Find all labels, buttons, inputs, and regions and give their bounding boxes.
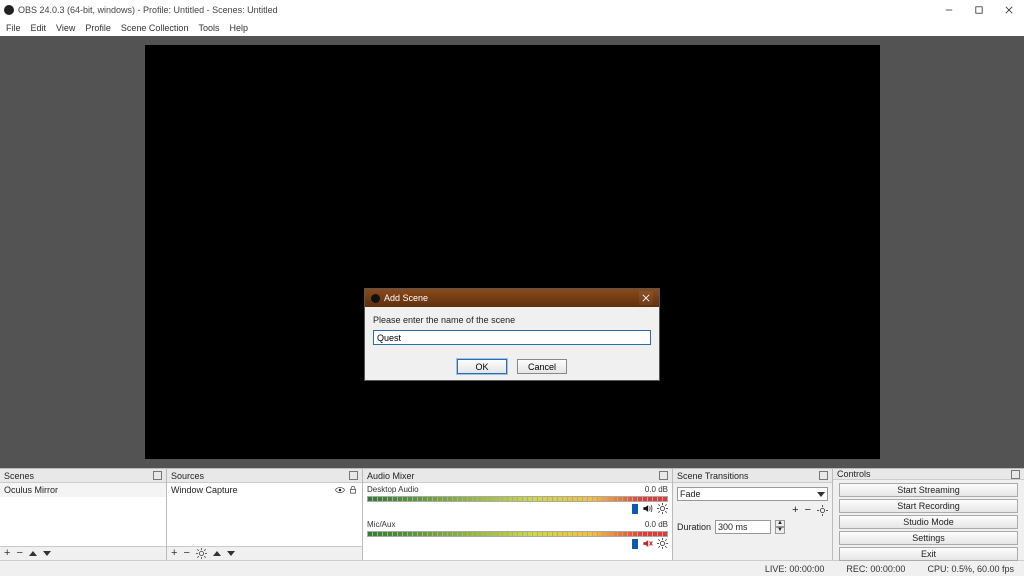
menu-help[interactable]: Help bbox=[229, 23, 248, 33]
menu-file[interactable]: File bbox=[6, 23, 21, 33]
add-scene-button[interactable]: + bbox=[4, 548, 10, 559]
preview-area: Add Scene Please enter the name of the s… bbox=[0, 36, 1024, 468]
add-transition-button[interactable]: + bbox=[792, 505, 798, 516]
menu-bar: File Edit View Profile Scene Collection … bbox=[0, 20, 1024, 36]
move-source-up-button[interactable] bbox=[213, 551, 221, 556]
duration-spinner[interactable]: ▲▼ bbox=[775, 520, 785, 534]
move-scene-up-button[interactable] bbox=[29, 551, 37, 556]
close-button[interactable] bbox=[994, 0, 1024, 20]
app-icon bbox=[4, 5, 14, 15]
duration-field[interactable]: 300 ms bbox=[715, 520, 771, 534]
channel-level: 0.0 dB bbox=[645, 520, 668, 529]
popout-icon[interactable] bbox=[153, 471, 162, 480]
minimize-button[interactable] bbox=[934, 0, 964, 20]
menu-profile[interactable]: Profile bbox=[85, 23, 111, 33]
controls-title: Controls bbox=[837, 469, 871, 479]
cancel-button[interactable]: Cancel bbox=[517, 359, 567, 374]
source-item[interactable]: Window Capture bbox=[167, 483, 362, 497]
popout-icon[interactable] bbox=[349, 471, 358, 480]
scenes-panel: Scenes Oculus Mirror + − bbox=[0, 469, 167, 560]
exit-button[interactable]: Exit bbox=[839, 547, 1018, 561]
transition-select[interactable]: Fade bbox=[677, 487, 828, 501]
visibility-icon[interactable] bbox=[335, 485, 345, 495]
scene-item[interactable]: Oculus Mirror bbox=[0, 483, 166, 497]
lock-icon[interactable] bbox=[348, 485, 358, 495]
start-recording-button[interactable]: Start Recording bbox=[839, 499, 1018, 513]
maximize-button[interactable] bbox=[964, 0, 994, 20]
add-scene-dialog: Add Scene Please enter the name of the s… bbox=[364, 288, 660, 381]
mixer-channel-desktop: Desktop Audio 0.0 dB bbox=[363, 483, 672, 518]
menu-scene-collection[interactable]: Scene Collection bbox=[121, 23, 189, 33]
volume-slider[interactable] bbox=[632, 504, 638, 514]
remove-transition-button[interactable]: − bbox=[805, 505, 811, 516]
window-title: OBS 24.0.3 (64-bit, windows) - Profile: … bbox=[18, 5, 278, 15]
window-titlebar: OBS 24.0.3 (64-bit, windows) - Profile: … bbox=[0, 0, 1024, 20]
dialog-prompt: Please enter the name of the scene bbox=[373, 315, 651, 325]
audio-mixer-panel: Audio Mixer Desktop Audio 0.0 dB Mic/Aux 0… bbox=[363, 469, 673, 560]
ok-button[interactable]: OK bbox=[457, 359, 507, 374]
studio-mode-button[interactable]: Studio Mode bbox=[839, 515, 1018, 529]
transition-settings-button[interactable] bbox=[817, 505, 828, 516]
mixer-channel-mic: Mic/Aux 0.0 dB bbox=[363, 518, 672, 553]
scenes-title: Scenes bbox=[4, 471, 34, 481]
menu-edit[interactable]: Edit bbox=[31, 23, 47, 33]
transition-selected: Fade bbox=[680, 489, 701, 499]
status-live: LIVE: 00:00:00 bbox=[765, 564, 825, 574]
channel-level: 0.0 dB bbox=[645, 485, 668, 494]
transitions-title: Scene Transitions bbox=[677, 471, 749, 481]
move-source-down-button[interactable] bbox=[227, 551, 235, 556]
start-streaming-button[interactable]: Start Streaming bbox=[839, 483, 1018, 497]
move-scene-down-button[interactable] bbox=[43, 551, 51, 556]
channel-name: Desktop Audio bbox=[367, 485, 419, 494]
controls-panel: Controls Start Streaming Start Recording… bbox=[833, 469, 1024, 560]
popout-icon[interactable] bbox=[1011, 470, 1020, 479]
duration-label: Duration bbox=[677, 522, 711, 532]
source-properties-button[interactable] bbox=[196, 548, 207, 559]
remove-source-button[interactable]: − bbox=[183, 548, 189, 559]
add-source-button[interactable]: + bbox=[171, 548, 177, 559]
channel-settings-button[interactable] bbox=[657, 503, 668, 514]
status-rec: REC: 00:00:00 bbox=[846, 564, 905, 574]
preview-canvas[interactable] bbox=[145, 45, 880, 459]
status-cpu: CPU: 0.5%, 60.00 fps bbox=[927, 564, 1014, 574]
remove-scene-button[interactable]: − bbox=[16, 548, 22, 559]
menu-view[interactable]: View bbox=[56, 23, 75, 33]
audio-meter bbox=[367, 496, 668, 502]
chevron-down-icon bbox=[817, 492, 825, 497]
dialog-icon bbox=[371, 294, 380, 303]
channel-name: Mic/Aux bbox=[367, 520, 395, 529]
menu-tools[interactable]: Tools bbox=[198, 23, 219, 33]
source-label: Window Capture bbox=[171, 485, 238, 495]
mixer-title: Audio Mixer bbox=[367, 471, 415, 481]
sources-panel: Sources Window Capture + − bbox=[167, 469, 363, 560]
popout-icon[interactable] bbox=[659, 471, 668, 480]
speaker-icon[interactable] bbox=[642, 503, 653, 514]
dialog-titlebar[interactable]: Add Scene bbox=[365, 289, 659, 307]
dialog-close-button[interactable] bbox=[639, 291, 653, 305]
channel-settings-button[interactable] bbox=[657, 538, 668, 549]
speaker-muted-icon[interactable] bbox=[642, 538, 653, 549]
audio-meter bbox=[367, 531, 668, 537]
volume-slider[interactable] bbox=[632, 539, 638, 549]
sources-title: Sources bbox=[171, 471, 204, 481]
popout-icon[interactable] bbox=[819, 471, 828, 480]
transitions-panel: Scene Transitions Fade + − Duration 300 … bbox=[673, 469, 833, 560]
scene-name-input[interactable] bbox=[373, 330, 651, 345]
settings-button[interactable]: Settings bbox=[839, 531, 1018, 545]
dialog-title: Add Scene bbox=[384, 293, 428, 303]
